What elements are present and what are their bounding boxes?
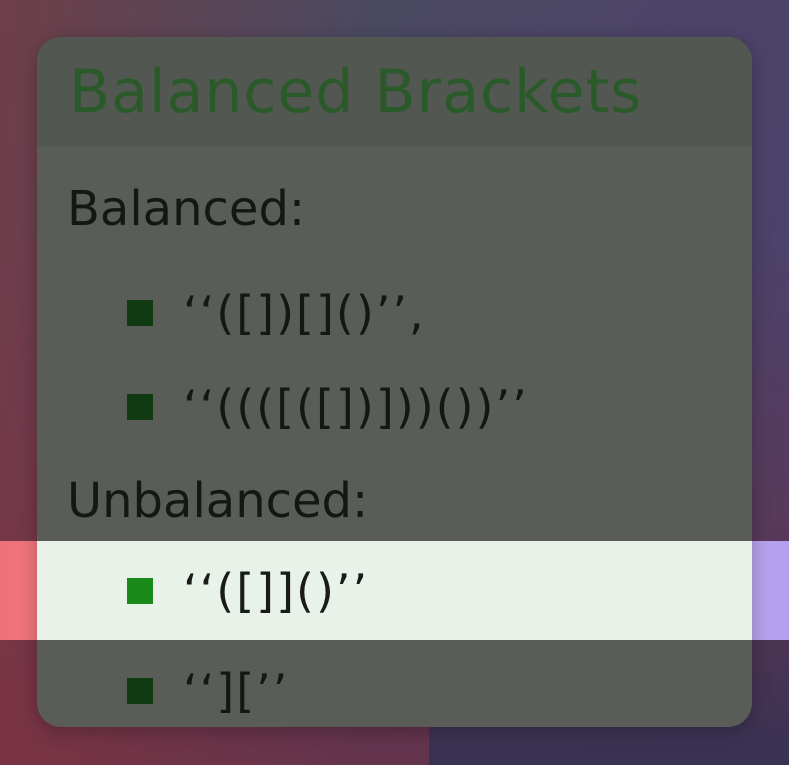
- balanced-label: Balanced:: [67, 181, 306, 237]
- list-item-text: ‘‘([]]()’’: [183, 563, 370, 618]
- list-item-unbalanced-1-highlighted: ‘‘([]]()’’: [37, 541, 752, 640]
- list-item-text: ‘‘((([([])]))())’’: [183, 380, 529, 434]
- slide-card: Balanced Brackets Balanced: ‘‘([])[]()’’…: [37, 37, 752, 727]
- list-item-balanced-2: ‘‘((([([])]))())’’: [127, 367, 529, 447]
- unbalanced-label: Unbalanced:: [67, 473, 369, 529]
- square-bullet-icon: [127, 394, 153, 420]
- list-item-text: ‘‘][’’: [183, 664, 290, 718]
- square-bullet-icon: [127, 678, 153, 704]
- square-bullet-icon: [127, 577, 153, 604]
- list-item-balanced-1: ‘‘([])[]()’’,: [127, 273, 426, 353]
- slide-title: Balanced Brackets: [69, 57, 643, 127]
- list-item-unbalanced-2: ‘‘][’’: [127, 651, 289, 727]
- title-bar: Balanced Brackets: [37, 37, 752, 147]
- list-item-text: ‘‘([])[]()’’,: [183, 286, 426, 340]
- square-bullet-icon: [127, 300, 153, 326]
